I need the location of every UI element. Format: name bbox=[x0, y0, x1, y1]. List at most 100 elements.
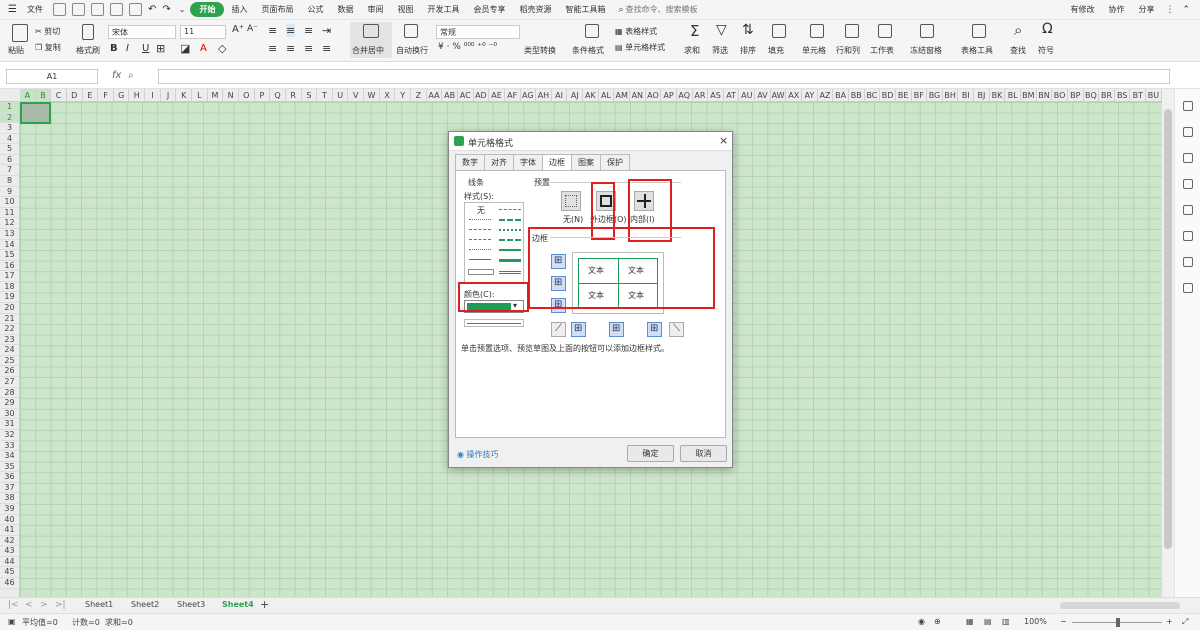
sidebar-doc-icon[interactable] bbox=[1183, 231, 1193, 241]
border-right-button[interactable]: ⊞ bbox=[647, 322, 662, 337]
column-header-cell[interactable]: J bbox=[161, 89, 177, 101]
column-header-cell[interactable]: U bbox=[333, 89, 349, 101]
cell-button[interactable]: 单元格 bbox=[802, 45, 826, 56]
column-header-cell[interactable]: BK bbox=[990, 89, 1006, 101]
filter-button[interactable]: 筛选 bbox=[712, 45, 728, 56]
column-header-cell[interactable]: BO bbox=[1052, 89, 1068, 101]
row-header-cell[interactable]: 14 bbox=[0, 240, 19, 251]
row-header-cell[interactable]: 45 bbox=[0, 567, 19, 579]
table-style-button[interactable]: ▦ 表格样式 bbox=[615, 26, 657, 37]
column-header-cell[interactable]: BP bbox=[1068, 89, 1084, 101]
cut-button[interactable]: ✂ 剪切 bbox=[35, 26, 60, 37]
page-break-icon[interactable]: ▥ bbox=[1002, 617, 1010, 626]
freeze-button[interactable]: 冻结窗格 bbox=[910, 45, 942, 56]
border-diag-down-button[interactable]: ⟍ bbox=[669, 322, 684, 337]
column-header-cell[interactable]: BC bbox=[865, 89, 881, 101]
row-header-cell[interactable]: 23 bbox=[0, 335, 19, 346]
has-changes-status[interactable]: 有修改 bbox=[1063, 4, 1101, 15]
column-header-cell[interactable]: AX bbox=[786, 89, 803, 101]
worksheet-button[interactable]: 工作表 bbox=[870, 45, 894, 56]
sidebar-location-icon[interactable] bbox=[1183, 283, 1193, 293]
sheet-tab[interactable]: Sheet1 bbox=[85, 600, 113, 609]
row-header-cell[interactable]: 30 bbox=[0, 409, 19, 420]
column-header-cell[interactable]: BG bbox=[927, 89, 943, 101]
next-sheet-icon[interactable]: > bbox=[40, 600, 48, 610]
row-header-cell[interactable]: 11 bbox=[0, 208, 19, 219]
column-header-cell[interactable]: BB bbox=[849, 89, 865, 101]
row-header-cell[interactable]: 1 bbox=[0, 102, 19, 113]
column-header-cell[interactable]: AQ bbox=[677, 89, 693, 101]
column-header-cell[interactable]: AS bbox=[708, 89, 724, 101]
page-layout-icon[interactable]: ▤ bbox=[984, 617, 992, 626]
row-header-cell[interactable]: 42 bbox=[0, 536, 19, 547]
zoom-level[interactable]: 100% bbox=[1024, 617, 1047, 626]
column-header-cell[interactable]: Z bbox=[411, 89, 427, 101]
row-header-cell[interactable]: 37 bbox=[0, 483, 19, 494]
zoom-out-icon[interactable]: − bbox=[1060, 617, 1067, 626]
increase-font-icon[interactable]: A⁺ bbox=[232, 24, 244, 35]
column-header-cell[interactable]: AB bbox=[442, 89, 458, 101]
row-header-cell[interactable]: 4 bbox=[0, 134, 19, 145]
decrease-font-icon[interactable]: A⁻ bbox=[247, 24, 258, 34]
column-header-cell[interactable]: BF bbox=[912, 89, 928, 101]
vertical-scrollbar[interactable] bbox=[1162, 89, 1174, 597]
column-header-cell[interactable]: AN bbox=[630, 89, 646, 101]
sidebar-select-icon[interactable] bbox=[1183, 101, 1193, 111]
attach-icon[interactable] bbox=[128, 3, 142, 16]
column-header-cell[interactable]: AD bbox=[474, 89, 490, 101]
save-icon[interactable] bbox=[52, 3, 66, 16]
paste-icon[interactable] bbox=[12, 24, 28, 42]
align-left-icon[interactable]: ≡ bbox=[268, 42, 277, 55]
print-icon[interactable] bbox=[90, 3, 104, 16]
row-header-cell[interactable]: 20 bbox=[0, 303, 19, 314]
tab-protection[interactable]: 保护 bbox=[600, 154, 630, 170]
row-header-cell[interactable]: 32 bbox=[0, 430, 19, 441]
column-header-cell[interactable]: AG bbox=[521, 89, 537, 101]
tab-alignment[interactable]: 对齐 bbox=[484, 154, 514, 170]
column-header-cell[interactable]: AC bbox=[458, 89, 474, 101]
borders-icon[interactable]: ⊞ bbox=[156, 42, 165, 55]
column-header-cell[interactable]: Y bbox=[395, 89, 412, 101]
row-header-cell[interactable]: 35 bbox=[0, 462, 19, 473]
row-header-cell[interactable]: 27 bbox=[0, 377, 19, 388]
row-header-cell[interactable]: 13 bbox=[0, 229, 19, 240]
row-header-cell[interactable]: 22 bbox=[0, 324, 19, 335]
tips-link[interactable]: ◉ 操作技巧 bbox=[457, 449, 499, 460]
type-convert-button[interactable]: 类型转换 bbox=[524, 45, 556, 56]
row-header-cell[interactable]: 19 bbox=[0, 292, 19, 303]
column-header-cell[interactable]: BN bbox=[1037, 89, 1053, 101]
column-header-cell[interactable]: M bbox=[208, 89, 224, 101]
command-search[interactable]: 查找命令、搜索模板 bbox=[624, 4, 705, 15]
cell-style-button[interactable]: ▤ 单元格样式 bbox=[615, 42, 665, 53]
column-header-cell[interactable]: AM bbox=[614, 89, 630, 101]
row-header-cell[interactable]: 17 bbox=[0, 271, 19, 282]
column-header-cell[interactable]: AE bbox=[489, 89, 505, 101]
sidebar-cursor-icon[interactable] bbox=[1183, 127, 1193, 137]
column-header-cell[interactable]: AO bbox=[646, 89, 662, 101]
symbol-button[interactable]: 符号 bbox=[1038, 45, 1054, 56]
number-format-icons[interactable]: ¥ · % ⁰⁰⁰ ⁺⁰ ⁻⁰ bbox=[438, 42, 497, 52]
indent-icon[interactable]: ⇥ bbox=[322, 24, 331, 37]
collapse-ribbon-icon[interactable]: ⌃ bbox=[1182, 5, 1190, 15]
column-header-cell[interactable]: BA bbox=[833, 89, 849, 101]
tab-home[interactable]: 开始 bbox=[190, 2, 225, 17]
column-header-cell[interactable]: BL bbox=[1005, 89, 1021, 101]
tab-docer[interactable]: 稻壳资源 bbox=[512, 4, 558, 15]
font-name-select[interactable]: 宋体 bbox=[108, 25, 176, 39]
column-header-cell[interactable]: BD bbox=[880, 89, 896, 101]
column-header-cell[interactable]: I bbox=[145, 89, 161, 101]
column-header-cell[interactable]: BQ bbox=[1084, 89, 1100, 101]
preview-icon[interactable] bbox=[109, 3, 123, 16]
zoom-find-icon[interactable]: ⌕ bbox=[128, 70, 134, 81]
format-painter-button[interactable]: 格式刷 bbox=[76, 45, 100, 56]
sidebar-filter-icon[interactable] bbox=[1183, 153, 1193, 163]
column-header-cell[interactable]: BS bbox=[1115, 89, 1131, 101]
row-header-cell[interactable]: 38 bbox=[0, 493, 19, 504]
column-header-cell[interactable]: AL bbox=[599, 89, 615, 101]
redo-icon[interactable]: ↷ bbox=[162, 4, 170, 15]
bold-button[interactable]: B bbox=[110, 43, 118, 54]
column-header-cell[interactable]: AF bbox=[505, 89, 521, 101]
row-header-cell[interactable]: 18 bbox=[0, 282, 19, 293]
column-header-cell[interactable]: AH bbox=[536, 89, 552, 101]
column-header-cell[interactable]: BU bbox=[1146, 89, 1162, 101]
